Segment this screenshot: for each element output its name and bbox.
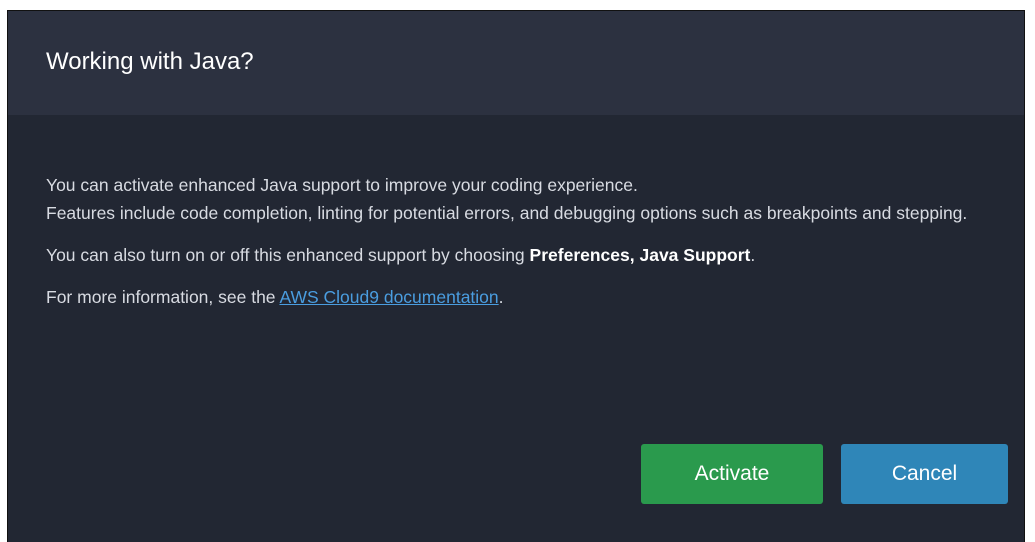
- description-line-2: Features include code completion, lintin…: [46, 203, 968, 223]
- preferences-paragraph: You can also turn on or off this enhance…: [46, 241, 986, 269]
- java-support-dialog: Working with Java? You can activate enha…: [7, 10, 1025, 542]
- activate-button[interactable]: Activate: [641, 444, 823, 504]
- more-info-text: For more information, see the: [46, 287, 280, 307]
- cancel-button[interactable]: Cancel: [841, 444, 1008, 504]
- more-info-paragraph: For more information, see the AWS Cloud9…: [46, 283, 986, 311]
- preferences-suffix: .: [750, 245, 756, 265]
- description-paragraph: You can activate enhanced Java support t…: [46, 171, 986, 227]
- preferences-text: You can also turn on or off this enhance…: [46, 245, 530, 265]
- description-line-1: You can activate enhanced Java support t…: [46, 175, 638, 195]
- dialog-body: You can activate enhanced Java support t…: [8, 115, 1024, 311]
- more-info-suffix: .: [498, 287, 504, 307]
- dialog-footer: Activate Cancel: [641, 444, 1008, 504]
- documentation-link[interactable]: AWS Cloud9 documentation: [279, 287, 498, 307]
- dialog-title: Working with Java?: [46, 48, 254, 75]
- dialog-header: Working with Java?: [8, 11, 1024, 115]
- preferences-path: Preferences, Java Support: [529, 245, 751, 265]
